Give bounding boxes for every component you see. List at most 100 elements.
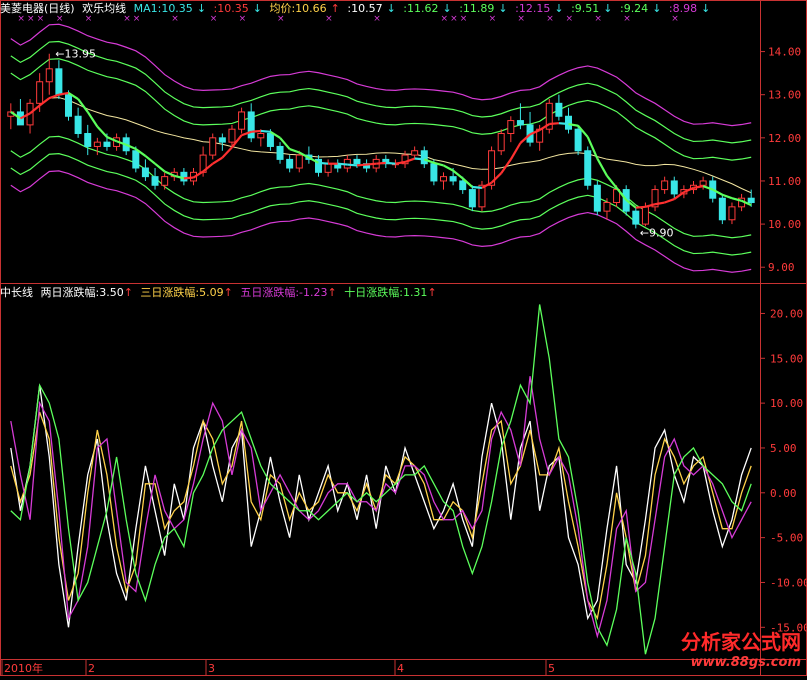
series-line <box>10 304 752 655</box>
down-arrow-icon: ↓ <box>252 2 262 15</box>
y-tick-label: 0.00 <box>770 487 797 500</box>
candle-body <box>324 163 332 173</box>
v10-value: :8.98 <box>668 2 698 15</box>
band-up-1 <box>10 40 752 144</box>
candle-body <box>55 68 63 96</box>
y-tick-label: 13.00 <box>768 89 801 102</box>
ma-short-segment <box>606 175 618 189</box>
down-arrow-icon: ↓ <box>196 2 207 15</box>
candle-body <box>45 68 53 83</box>
down-arrow-icon: ↓ <box>603 2 613 15</box>
watermark: 分析家公式网 www.88gs.com <box>681 626 801 670</box>
v9-value: :9.24 <box>619 2 649 15</box>
ma-short-segment <box>366 162 377 166</box>
y-tick-label: 15.00 <box>770 352 803 365</box>
chart-stage: 9.00 10.00 11.00 12.00 13.00 14.00 ←13.95 ←9.90… <box>0 0 807 676</box>
ma-short-segment <box>356 163 367 167</box>
ma1-value: MA1:10.35 <box>133 2 193 15</box>
bottom-header: 中长线 两日涨跌幅:3.50↑ 三日涨跌幅:5.09↑ 五日涨跌幅:-1.23↑… <box>0 285 441 301</box>
candle-body <box>507 120 515 135</box>
v7-value: :12.15 <box>515 2 551 15</box>
candle-body <box>295 154 303 169</box>
series-5day: 五日涨跌幅:-1.23 <box>240 286 328 299</box>
candle-body <box>641 206 649 225</box>
candle-body <box>353 158 361 165</box>
ma-short-segment <box>318 161 329 165</box>
v8-value: :9.51 <box>571 2 600 15</box>
candle-body <box>449 176 457 182</box>
series-2day: 两日涨跌幅:3.50 <box>40 286 124 299</box>
y-tick-label: 14.00 <box>768 46 801 59</box>
series-line <box>10 376 752 639</box>
up-arrow-icon: ↑ <box>123 286 133 299</box>
avg-value: 均价:10.66 <box>269 2 327 15</box>
up-arrow-icon: ↑ <box>223 286 233 299</box>
down-arrow-icon: ↓ <box>701 2 711 15</box>
candle-body <box>555 102 563 117</box>
candle-body <box>603 202 611 212</box>
ma-short-segment <box>221 146 233 159</box>
y-tick-label: 5.00 <box>770 442 797 455</box>
chart-svg: 9.00 10.00 11.00 12.00 13.00 14.00 ←13.95 ←9.90… <box>0 0 807 676</box>
outer-frame <box>0 0 807 676</box>
candle-body <box>430 163 438 182</box>
candle-body <box>420 150 428 165</box>
ma-short-segment <box>260 129 271 133</box>
indicator-name[interactable]: 欢乐均线 <box>82 2 126 15</box>
ma-short-segment <box>144 155 156 165</box>
candle-body <box>584 150 592 186</box>
watermark-title: 分析家公式网 <box>681 630 801 654</box>
candle-body <box>516 120 524 126</box>
v2-value: :10.35 <box>213 2 249 15</box>
candle-body <box>247 111 255 139</box>
band-dn-0 <box>10 135 752 239</box>
lower-panel-name[interactable]: 中长线 <box>0 286 33 299</box>
ma-short-segment <box>251 129 261 133</box>
top-header: 美菱电器(日线) 欢乐均线 MA1:10.35 ↓ :10.35 ↓ 均价:10.6… <box>0 1 714 17</box>
ma-short-segment <box>86 111 99 128</box>
y-tick-label: 10.00 <box>768 218 801 231</box>
candle-body <box>565 115 572 130</box>
down-arrow-icon: ↓ <box>442 2 452 15</box>
candle-body <box>238 111 246 130</box>
candle-body <box>218 137 226 143</box>
v6-value: :11.89 <box>459 2 495 15</box>
stock-title[interactable]: 美菱电器(日线) <box>0 2 75 15</box>
candle-body <box>440 176 447 182</box>
y-tick-label: 20.00 <box>770 307 803 320</box>
ma-short-segment <box>509 142 522 160</box>
candle-body <box>74 115 82 135</box>
candle-body <box>718 197 726 221</box>
x-tick-label: 2 <box>88 662 95 675</box>
candle-body <box>593 184 601 212</box>
y-tick-label: 12.00 <box>768 132 801 145</box>
candle-body <box>161 176 169 186</box>
ma-short-segment <box>442 164 454 172</box>
up-arrow-icon: ↑ <box>327 286 337 299</box>
band-up-0 <box>10 58 752 161</box>
candle-body <box>497 133 505 152</box>
band-dn-1 <box>10 153 752 256</box>
down-arrow-icon: ↓ <box>554 2 564 15</box>
candle-body <box>459 180 467 191</box>
ma-short-segment <box>183 176 194 180</box>
candle-body <box>103 141 111 147</box>
candle-body <box>661 180 669 191</box>
v4-value: :10.57 <box>347 2 383 15</box>
x-tick-label: 2010年 <box>4 661 43 675</box>
candle-body <box>670 180 678 195</box>
ma-long-line <box>10 97 752 194</box>
ma-short-segment <box>212 156 223 165</box>
candle-body <box>747 197 755 204</box>
ma-short-segment <box>635 205 646 209</box>
ma-short-segment <box>558 122 569 126</box>
y-tick-label: 9.00 <box>768 261 795 274</box>
y-tick-label: 11.00 <box>768 175 801 188</box>
candle-body <box>93 141 101 147</box>
up-arrow-icon: ↑ <box>427 286 437 299</box>
ma-short-segment <box>664 198 675 204</box>
ma-short-segment <box>549 122 559 126</box>
candle-body <box>141 167 149 178</box>
ma-short-segment <box>154 162 166 173</box>
ma-short-segment <box>385 161 396 165</box>
